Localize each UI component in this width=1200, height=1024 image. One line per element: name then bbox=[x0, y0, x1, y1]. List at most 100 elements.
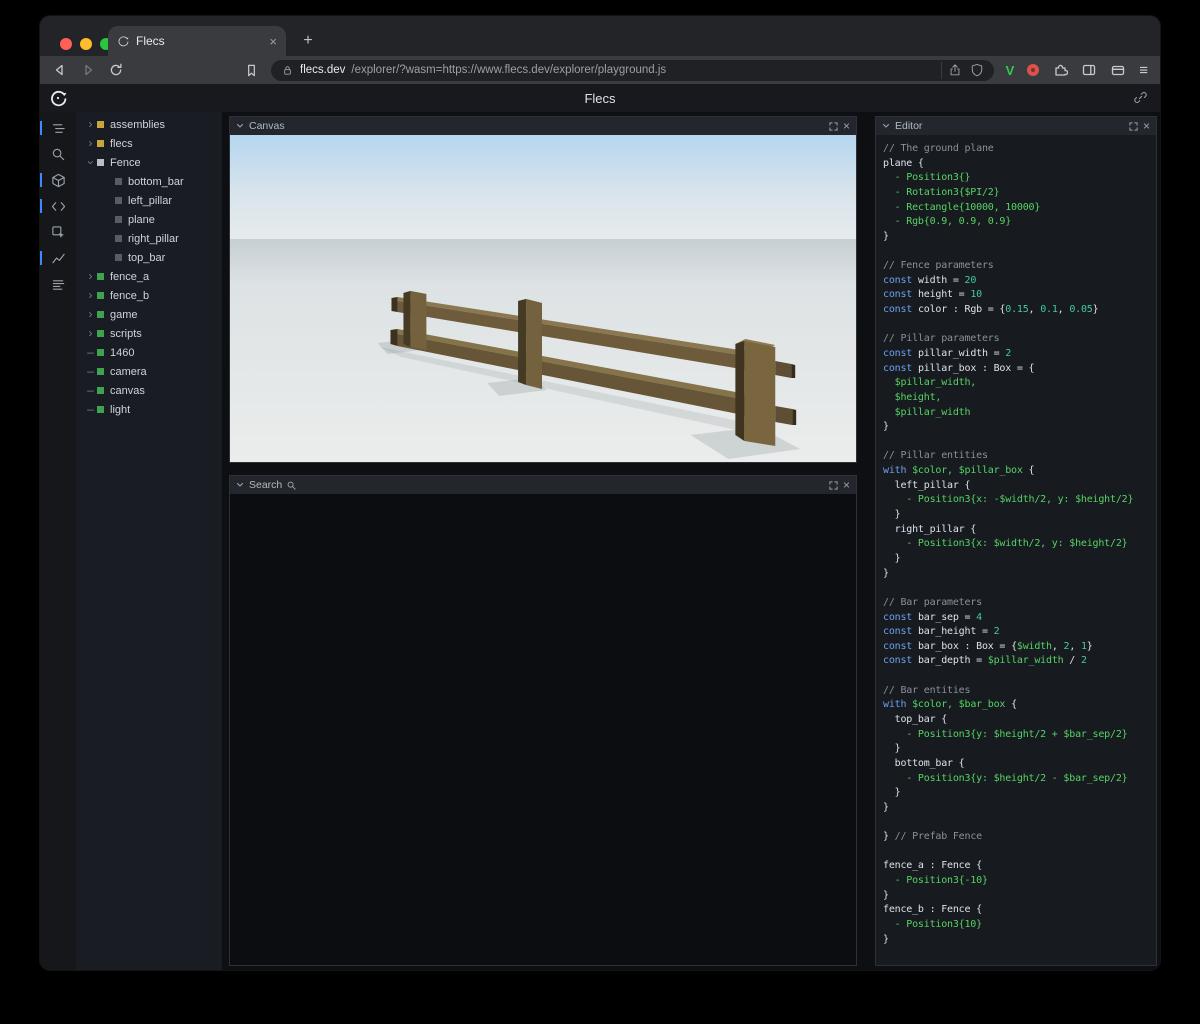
sidebar-tab-tree[interactable] bbox=[40, 115, 76, 141]
code-line: - Position3{y: $height/2 - $bar_sep/2} bbox=[883, 772, 1128, 784]
tree-item-light[interactable]: – light bbox=[76, 400, 222, 419]
search-panel: Search × bbox=[229, 475, 857, 966]
tree-item-plane[interactable]: plane bbox=[76, 210, 222, 229]
code-line: // The ground plane bbox=[883, 143, 994, 154]
cube-icon bbox=[51, 173, 65, 187]
menu-button[interactable]: ≡ bbox=[1139, 62, 1148, 79]
code-line: } bbox=[883, 567, 889, 579]
forward-button[interactable] bbox=[80, 62, 96, 78]
browser-tab[interactable]: Flecs × bbox=[108, 26, 286, 56]
close-icon[interactable]: × bbox=[843, 479, 850, 491]
tree-toggle-icon[interactable]: › bbox=[84, 157, 98, 168]
tree-item-top_bar[interactable]: top_bar bbox=[76, 248, 222, 267]
close-window-button[interactable] bbox=[60, 38, 72, 50]
v-extension-icon[interactable]: V bbox=[1006, 63, 1015, 78]
tree-item-left_pillar[interactable]: left_pillar bbox=[76, 191, 222, 210]
tree-toggle-icon[interactable]: › bbox=[85, 308, 96, 320]
tree-leaf-tick: – bbox=[87, 402, 94, 416]
collapse-chevron-icon[interactable] bbox=[236, 481, 244, 489]
code-line: - Position3{-10} bbox=[883, 875, 988, 887]
sidebar-tab-stats[interactable] bbox=[40, 245, 76, 271]
editor-panel-title: Editor bbox=[895, 120, 923, 132]
tree-item-Fence[interactable]: › Fence bbox=[76, 153, 222, 172]
search-results-area[interactable] bbox=[230, 494, 856, 965]
expand-icon[interactable] bbox=[1129, 121, 1138, 131]
tree-item-fence_a[interactable]: › fence_a bbox=[76, 267, 222, 286]
back-button[interactable] bbox=[52, 62, 68, 78]
editor-panel: Editor × // The ground plane plane { - Po… bbox=[875, 116, 1157, 966]
line-chart-icon bbox=[51, 253, 65, 263]
tree-item-fence_b[interactable]: › fence_b bbox=[76, 286, 222, 305]
tree-item-bottom_bar[interactable]: bottom_bar bbox=[76, 172, 222, 191]
expand-icon[interactable] bbox=[829, 480, 838, 490]
fence-render bbox=[230, 135, 856, 462]
url-host: flecs.dev bbox=[300, 64, 346, 76]
tree-toggle-icon[interactable]: › bbox=[85, 289, 96, 301]
extensions-puzzle-icon[interactable] bbox=[1052, 62, 1069, 78]
minimize-window-button[interactable] bbox=[80, 38, 92, 50]
tree-toggle-icon[interactable]: › bbox=[85, 327, 96, 339]
entity-color-swatch bbox=[115, 254, 122, 261]
tree-item-assemblies[interactable]: › assemblies bbox=[76, 115, 222, 134]
entity-label: game bbox=[110, 308, 138, 321]
code-line: } bbox=[883, 421, 889, 433]
canvas-3d-view[interactable] bbox=[230, 135, 856, 462]
sidebar-tab-code[interactable] bbox=[40, 193, 76, 219]
tree-item-scripts[interactable]: › scripts bbox=[76, 324, 222, 343]
tree-toggle-icon[interactable]: › bbox=[85, 137, 96, 149]
entity-label: camera bbox=[110, 365, 147, 378]
sidebar-tab-queries[interactable] bbox=[40, 271, 76, 297]
editor-code[interactable]: // The ground plane plane { - Position3{}… bbox=[876, 135, 1156, 965]
entity-label: fence_b bbox=[110, 289, 150, 302]
canvas-panel-title: Canvas bbox=[249, 120, 285, 132]
code-line: right_pillar { bbox=[883, 523, 977, 535]
shield-icon[interactable] bbox=[970, 63, 984, 77]
close-icon[interactable]: × bbox=[1143, 120, 1150, 132]
code-line: const height = 10 bbox=[883, 289, 982, 301]
expand-icon[interactable] bbox=[829, 121, 838, 131]
tree-item-flecs[interactable]: › flecs bbox=[76, 134, 222, 153]
code-line: bottom_bar { bbox=[883, 757, 965, 769]
code-line: fence_b : Fence { bbox=[883, 904, 982, 916]
url-bar[interactable]: flecs.dev /explorer/?wasm=https://www.fl… bbox=[271, 59, 994, 81]
tree-item-1460[interactable]: – 1460 bbox=[76, 343, 222, 362]
flecs-logo-icon[interactable] bbox=[49, 89, 67, 107]
code-line: } bbox=[883, 787, 901, 799]
red-extension-icon[interactable] bbox=[1027, 64, 1040, 76]
tree-item-game[interactable]: › game bbox=[76, 305, 222, 324]
bookmark-button[interactable] bbox=[244, 63, 259, 78]
collapse-chevron-icon[interactable] bbox=[236, 122, 244, 130]
close-icon[interactable]: × bbox=[843, 120, 850, 132]
code-line: with $color, $pillar_box { bbox=[883, 465, 1035, 477]
inspect-cursor-icon bbox=[51, 225, 64, 238]
tab-close-icon[interactable]: × bbox=[269, 34, 277, 49]
search-panel-header: Search × bbox=[230, 476, 856, 494]
share-icon[interactable] bbox=[948, 63, 962, 77]
sidebar-tab-search[interactable] bbox=[40, 141, 76, 167]
code-line: // Fence parameters bbox=[883, 260, 994, 272]
permalink-icon[interactable] bbox=[1133, 90, 1148, 105]
code-line: - Rgb{0.9, 0.9, 0.9} bbox=[883, 216, 1012, 228]
sidebar-toggle-icon[interactable] bbox=[1081, 62, 1097, 78]
entity-color-swatch bbox=[97, 121, 104, 128]
tree-toggle-icon[interactable]: › bbox=[85, 270, 96, 282]
wallet-icon[interactable] bbox=[1110, 62, 1126, 78]
sidebar-tab-entities[interactable] bbox=[40, 167, 76, 193]
tab-favicon bbox=[118, 36, 129, 47]
collapse-chevron-icon[interactable] bbox=[882, 122, 890, 130]
entity-color-swatch bbox=[115, 197, 122, 204]
entity-label: plane bbox=[128, 213, 155, 226]
entity-color-swatch bbox=[97, 273, 104, 280]
new-tab-button[interactable]: + bbox=[296, 29, 320, 53]
sidebar-tab-inspect[interactable] bbox=[40, 219, 76, 245]
code-line: left_pillar { bbox=[883, 479, 971, 491]
reload-button[interactable] bbox=[108, 62, 124, 78]
entity-label: Fence bbox=[110, 156, 141, 169]
tree-item-right_pillar[interactable]: right_pillar bbox=[76, 229, 222, 248]
tree-item-canvas[interactable]: – canvas bbox=[76, 381, 222, 400]
tree-item-camera[interactable]: – camera bbox=[76, 362, 222, 381]
tree-toggle-icon[interactable]: › bbox=[85, 118, 96, 130]
